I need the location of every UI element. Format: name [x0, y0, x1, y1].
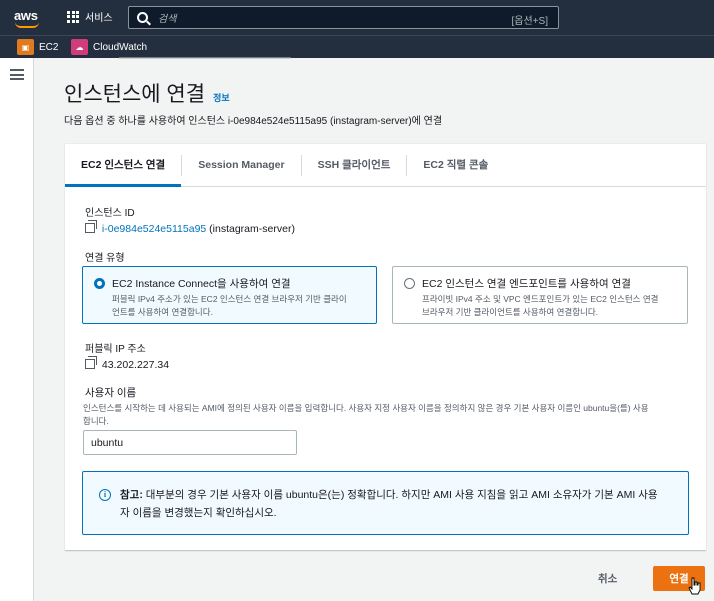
top-navigation: aws 서비스 검색 [옵션+S]: [0, 0, 714, 35]
username-input[interactable]: [83, 430, 297, 455]
tab-ec2-serial-console[interactable]: EC2 직렬 콘솔: [407, 155, 504, 176]
copy-icon[interactable]: [85, 220, 97, 233]
instance-id-label: 인스턴스 ID: [85, 208, 135, 219]
tab-session-manager[interactable]: Session Manager: [182, 154, 302, 176]
info-alert: i 참고: 대부분의 경우 기본 사용자 이름 ubuntu은(는) 정확합니다…: [82, 471, 689, 535]
connect-panel: EC2 인스턴스 연결 Session Manager SSH 클라이언트 EC…: [65, 143, 706, 550]
username-description-line: 합니다.: [83, 416, 109, 426]
search-icon: [137, 12, 148, 23]
option-description-line: 언트를 사용하여 연결합니다.: [112, 307, 213, 317]
left-sidebar: [0, 58, 34, 601]
alert-line1: 대부분의 경우 기본 사용자 이름 ubuntu은(는) 정확합니다. 하지만 …: [142, 489, 658, 501]
connection-type-label: 연결 유형: [85, 253, 125, 264]
cloudwatch-icon: ☁: [71, 39, 88, 55]
option-title: EC2 Instance Connect을 사용하여 연결: [112, 278, 291, 290]
instance-id-link[interactable]: i-0e984e524e5115a95: [102, 223, 206, 235]
favorite-cloudwatch-label: CloudWatch: [93, 41, 148, 53]
tab-ssh-client[interactable]: SSH 클라이언트: [302, 154, 408, 176]
search-placeholder: 검색: [158, 14, 177, 25]
hand-cursor-icon: [688, 577, 701, 595]
option-description: 프라이빗 IPv4 주소 및 VPC 엔드포인트가 있는 EC2 인스턴스 연결…: [422, 293, 659, 319]
ec2-icon: ▣: [17, 39, 34, 55]
hamburger-menu-icon[interactable]: [10, 69, 24, 80]
option-description: 퍼블릭 IPv4 주소가 있는 EC2 인스턴스 연결 브라우저 기반 클라이 …: [112, 293, 347, 319]
services-menu-button[interactable]: 서비스: [67, 9, 113, 24]
favorite-ec2-label: EC2: [39, 41, 59, 53]
info-link[interactable]: 정보: [213, 91, 230, 104]
copy-icon[interactable]: [85, 356, 97, 369]
favorite-cloudwatch[interactable]: ☁ CloudWatch: [71, 39, 147, 55]
option-ec2-instance-connect[interactable]: EC2 Instance Connect을 사용하여 연결 퍼블릭 IPv4 주…: [82, 266, 377, 324]
grid-icon: [67, 10, 79, 23]
option-description-line: 프라이빗 IPv4 주소 및 VPC 엔드포인트가 있는 EC2 인스턴스 연결: [422, 294, 659, 304]
option-description-line: 퍼블릭 IPv4 주소가 있는 EC2 인스턴스 연결 브라우저 기반 클라이: [112, 294, 347, 304]
aws-smile-icon: [15, 22, 39, 28]
favorites-bar: ▣ EC2 ☁ CloudWatch: [0, 35, 714, 58]
alert-prefix: 참고:: [120, 489, 143, 501]
public-ip-value: 43.202.227.34: [85, 356, 170, 371]
alert-text: 참고: 대부분의 경우 기본 사용자 이름 ubuntu은(는) 정확합니다. …: [120, 486, 680, 522]
favorite-ec2[interactable]: ▣ EC2: [17, 39, 58, 55]
instance-name: (instagram-server): [209, 223, 295, 235]
divider: [119, 57, 291, 59]
page-description: 다음 옵션 중 하나를 사용하여 인스턴스 i-0e984e524e5115a9…: [64, 116, 443, 127]
page-title-text: 인스턴스에 연결: [64, 83, 206, 106]
instance-id-value: i-0e984e524e5115a95 (instagram-server): [85, 220, 295, 235]
search-shortcut-hint: [옵션+S]: [511, 16, 548, 27]
option-ec2-connect-endpoint[interactable]: EC2 인스턴스 연결 엔드포인트를 사용하여 연결 프라이빗 IPv4 주소 …: [392, 266, 688, 324]
radio-button-selected[interactable]: [94, 278, 105, 289]
option-description-line: 브라우저 기반 클라이언트를 사용하여 연결합니다.: [422, 307, 599, 317]
tab-list: EC2 인스턴스 연결 Session Manager SSH 클라이언트 EC…: [65, 144, 706, 187]
aws-logo[interactable]: aws: [14, 7, 42, 29]
public-ip-text: 43.202.227.34: [101, 359, 170, 371]
page-title: 인스턴스에 연결 정보: [64, 78, 230, 108]
cancel-button[interactable]: 취소: [598, 571, 617, 586]
aws-logo-text: aws: [14, 8, 38, 23]
services-label: 서비스: [85, 13, 113, 24]
username-description: 인스턴스를 시작하는 데 사용되는 AMI에 정의된 사용자 이름을 입력합니다…: [83, 402, 693, 428]
radio-button[interactable]: [404, 278, 415, 289]
option-title: EC2 인스턴스 연결 엔드포인트를 사용하여 연결: [422, 278, 631, 290]
tab-ec2-instance-connect[interactable]: EC2 인스턴스 연결: [65, 154, 183, 187]
search-input[interactable]: 검색 [옵션+S]: [128, 6, 559, 29]
alert-line2: 자 이름을 변경했는지 확인하십시오.: [120, 507, 277, 519]
public-ip-label: 퍼블릭 IP 주소: [85, 344, 146, 355]
info-icon: i: [99, 489, 111, 501]
username-description-line: 인스턴스를 시작하는 데 사용되는 AMI에 정의된 사용자 이름을 입력합니다…: [83, 403, 649, 413]
username-label: 사용자 이름: [85, 387, 137, 399]
